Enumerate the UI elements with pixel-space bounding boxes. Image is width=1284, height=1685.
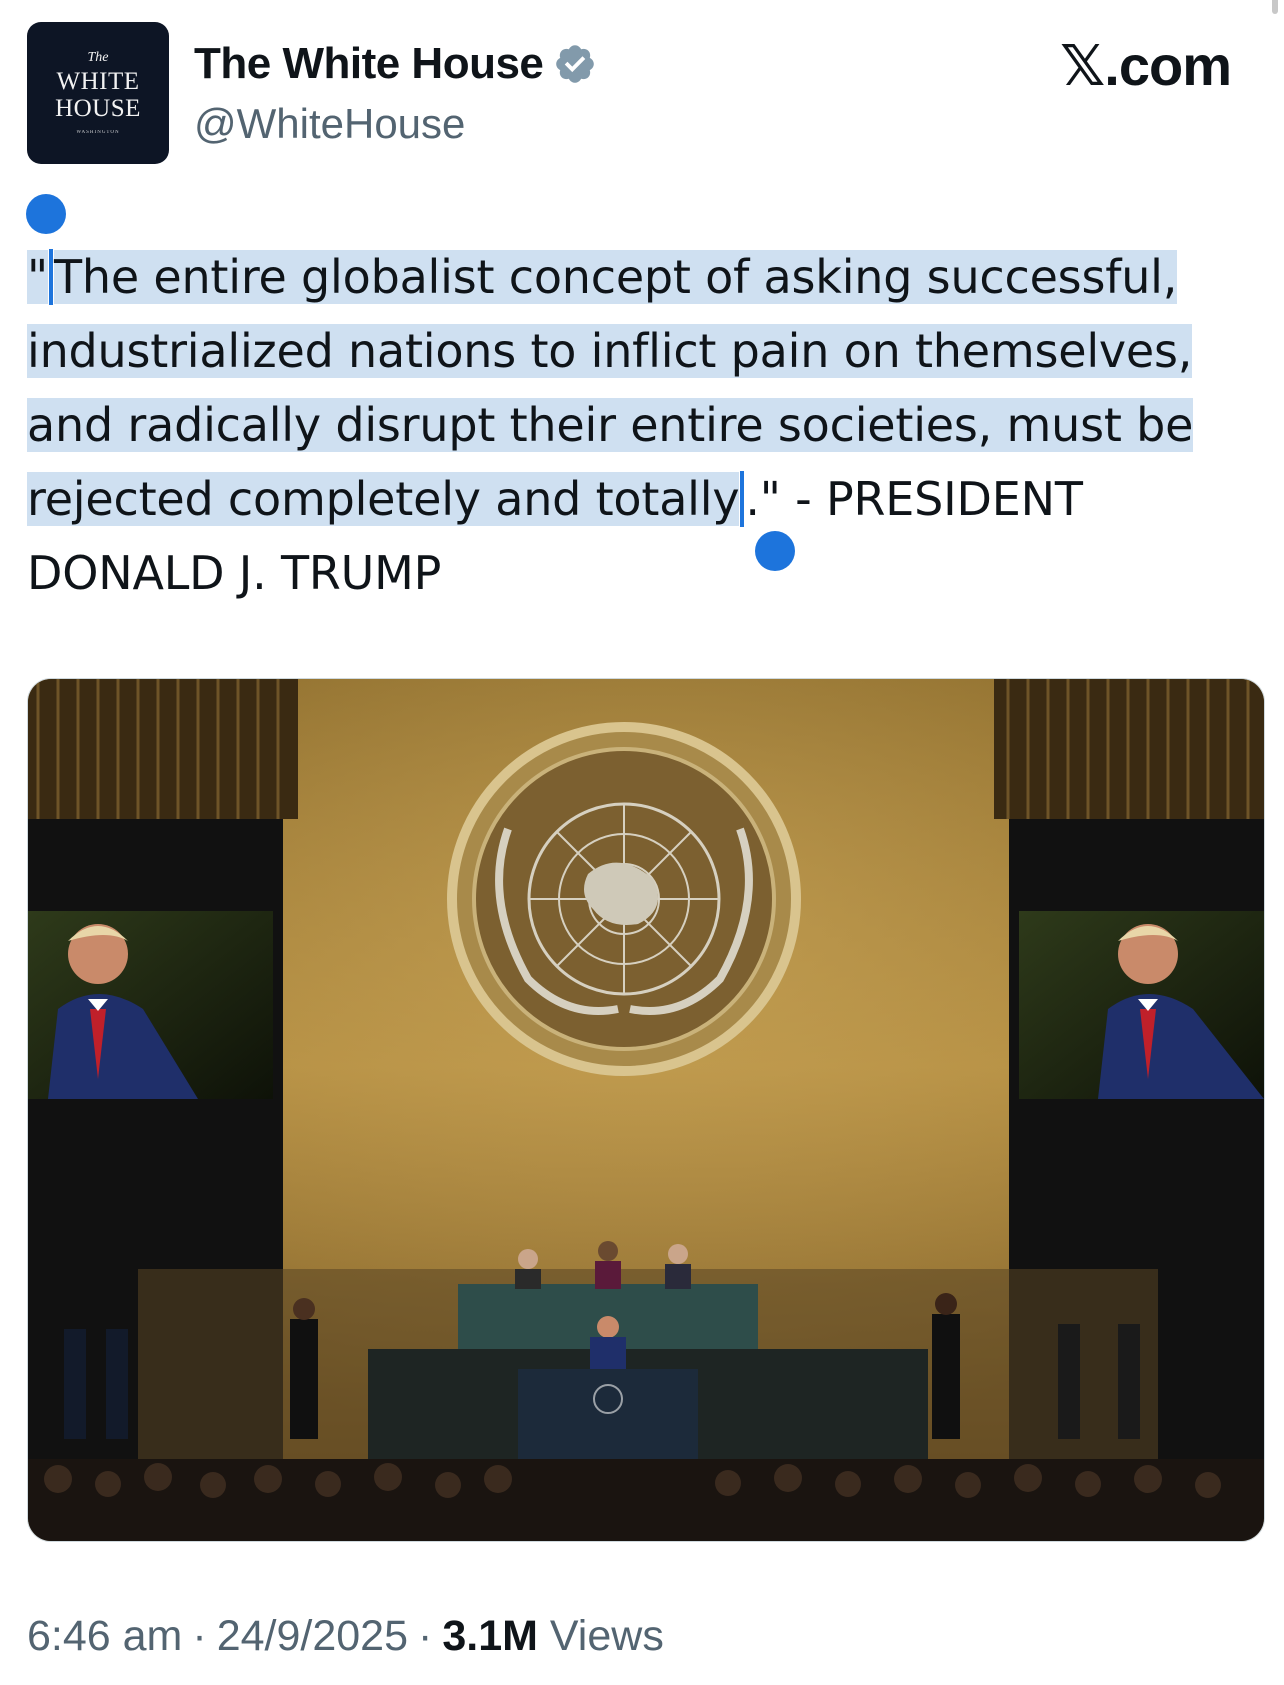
x-com-brand: 𝕏.com — [1060, 34, 1232, 97]
views-label: Views — [549, 1612, 664, 1660]
selection-end-handle[interactable] — [755, 531, 795, 571]
tweet-text[interactable]: " The entire globalist concept of asking … — [27, 240, 1267, 610]
separator: · — [418, 1612, 433, 1660]
selection-start-caret[interactable] — [48, 249, 53, 305]
views-count: 3.1M — [442, 1612, 538, 1660]
display-name-text: The White House — [194, 39, 544, 88]
selection-end-caret[interactable] — [740, 471, 745, 527]
tweet-time[interactable]: 6:46 am — [27, 1612, 182, 1660]
separator: · — [192, 1612, 207, 1660]
tweet-meta: 6:46 am · 24/9/2025 · 3.1M Views — [27, 1608, 664, 1664]
avatar-text-the: The — [87, 50, 109, 66]
avatar-text-washington: WASHINGTON — [76, 129, 120, 135]
avatar-text-house: HOUSE — [55, 94, 141, 122]
avatar-text-white: WHITE — [56, 68, 140, 96]
account-handle[interactable]: @WhiteHouse — [194, 98, 465, 150]
un-assembly-photo — [28, 679, 1264, 1541]
tweet-media-image[interactable] — [27, 678, 1265, 1542]
tweet-date[interactable]: 24/9/2025 — [217, 1612, 408, 1660]
avatar[interactable]: The WHITE HOUSE WASHINGTON — [27, 22, 169, 164]
verified-badge-icon — [556, 45, 595, 83]
selection-start-handle[interactable] — [26, 194, 66, 234]
display-name[interactable]: The White House — [194, 36, 597, 92]
selected-text-prefix: " — [27, 250, 48, 304]
scroll-indicator[interactable] — [1272, 0, 1278, 14]
